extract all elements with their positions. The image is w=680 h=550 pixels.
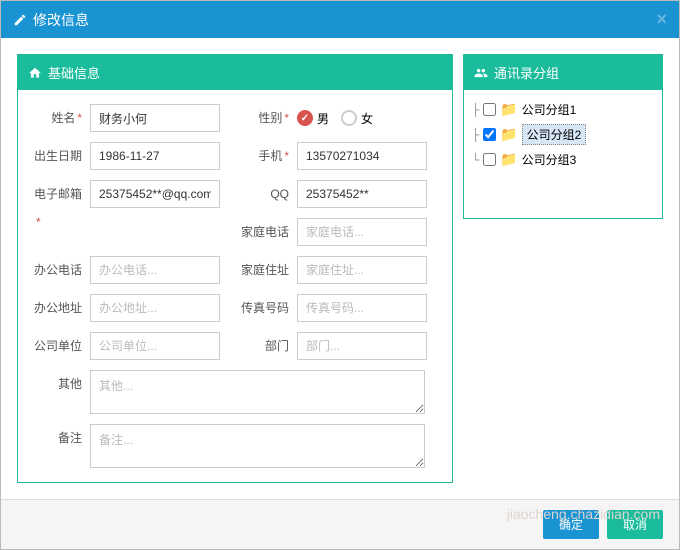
ok-button[interactable]: 确定 <box>543 510 599 539</box>
group-tree: ├ 📁 公司分组1 ├ 📁 公司分组2 └ 📁 <box>472 98 654 171</box>
tree-connector-icon: └ <box>472 153 479 167</box>
label-other: 其他 <box>28 370 90 398</box>
panel-basic-header: 基础信息 <box>18 55 452 90</box>
group-label: 公司分组3 <box>522 151 577 168</box>
officephone-input[interactable] <box>90 256 220 284</box>
fax-input[interactable] <box>297 294 427 322</box>
group-label: 公司分组2 <box>522 124 587 145</box>
edit-icon <box>13 13 27 27</box>
close-icon[interactable]: × <box>656 9 667 30</box>
folder-icon: 📁 <box>500 151 517 168</box>
homephone-input[interactable] <box>297 218 427 246</box>
modal-body: 基础信息 姓名* 性别* 男 女 <box>1 38 679 499</box>
officeaddr-input[interactable] <box>90 294 220 322</box>
label-homephone: 家庭电话 <box>235 218 297 246</box>
email-input[interactable] <box>90 180 220 208</box>
label-qq: QQ <box>235 180 297 208</box>
tree-item[interactable]: └ 📁 公司分组3 <box>472 148 654 171</box>
tree-connector-icon: ├ <box>472 103 479 117</box>
qq-input[interactable] <box>297 180 427 208</box>
radio-unchecked-icon <box>341 110 357 126</box>
label-remark: 备注 <box>28 424 90 452</box>
panel-groups-header: 通讯录分组 <box>464 55 662 90</box>
group-checkbox[interactable] <box>483 103 496 116</box>
radio-checked-icon <box>297 110 313 126</box>
label-dept: 部门 <box>235 332 297 360</box>
modal-header: 修改信息 × <box>1 1 679 38</box>
label-homeaddr: 家庭住址 <box>235 256 297 284</box>
label-birthdate: 出生日期 <box>28 142 90 170</box>
tree-item[interactable]: ├ 📁 公司分组1 <box>472 98 654 121</box>
folder-icon: 📁 <box>500 101 517 118</box>
radio-male[interactable]: 男 <box>297 110 329 127</box>
home-icon <box>28 66 42 80</box>
dept-input[interactable] <box>297 332 427 360</box>
tree-item[interactable]: ├ 📁 公司分组2 <box>472 121 654 148</box>
tree-connector-icon: ├ <box>472 128 479 142</box>
mobile-input[interactable] <box>297 142 427 170</box>
gender-radio-group: 男 女 <box>297 104 373 132</box>
label-officephone: 办公电话 <box>28 256 90 284</box>
remark-textarea[interactable] <box>90 424 425 468</box>
group-checkbox[interactable] <box>483 128 496 141</box>
birthdate-input[interactable] <box>90 142 220 170</box>
folder-icon: 📁 <box>500 126 517 143</box>
panel-groups: 通讯录分组 ├ 📁 公司分组1 ├ 📁 公司分组2 <box>463 54 663 219</box>
cancel-button[interactable]: 取消 <box>607 510 663 539</box>
other-textarea[interactable] <box>90 370 425 414</box>
company-input[interactable] <box>90 332 220 360</box>
modal-title: 修改信息 <box>33 10 89 30</box>
label-gender: 性别* <box>235 104 297 132</box>
group-checkbox[interactable] <box>483 153 496 166</box>
label-name: 姓名* <box>28 104 90 132</box>
modal-edit-info: 修改信息 × 基础信息 姓名* 性别* 男 <box>0 0 680 550</box>
radio-female[interactable]: 女 <box>341 110 373 127</box>
label-officeaddr: 办公地址 <box>28 294 90 322</box>
panel-basic-info: 基础信息 姓名* 性别* 男 女 <box>17 54 453 483</box>
group-label: 公司分组1 <box>522 101 577 118</box>
label-company: 公司单位 <box>28 332 90 360</box>
label-fax: 传真号码 <box>235 294 297 322</box>
homeaddr-input[interactable] <box>297 256 427 284</box>
name-input[interactable] <box>90 104 220 132</box>
label-email: 电子邮箱* <box>28 180 90 208</box>
label-mobile: 手机* <box>235 142 297 170</box>
modal-footer: 确定 取消 <box>1 499 679 549</box>
users-icon <box>474 66 488 80</box>
